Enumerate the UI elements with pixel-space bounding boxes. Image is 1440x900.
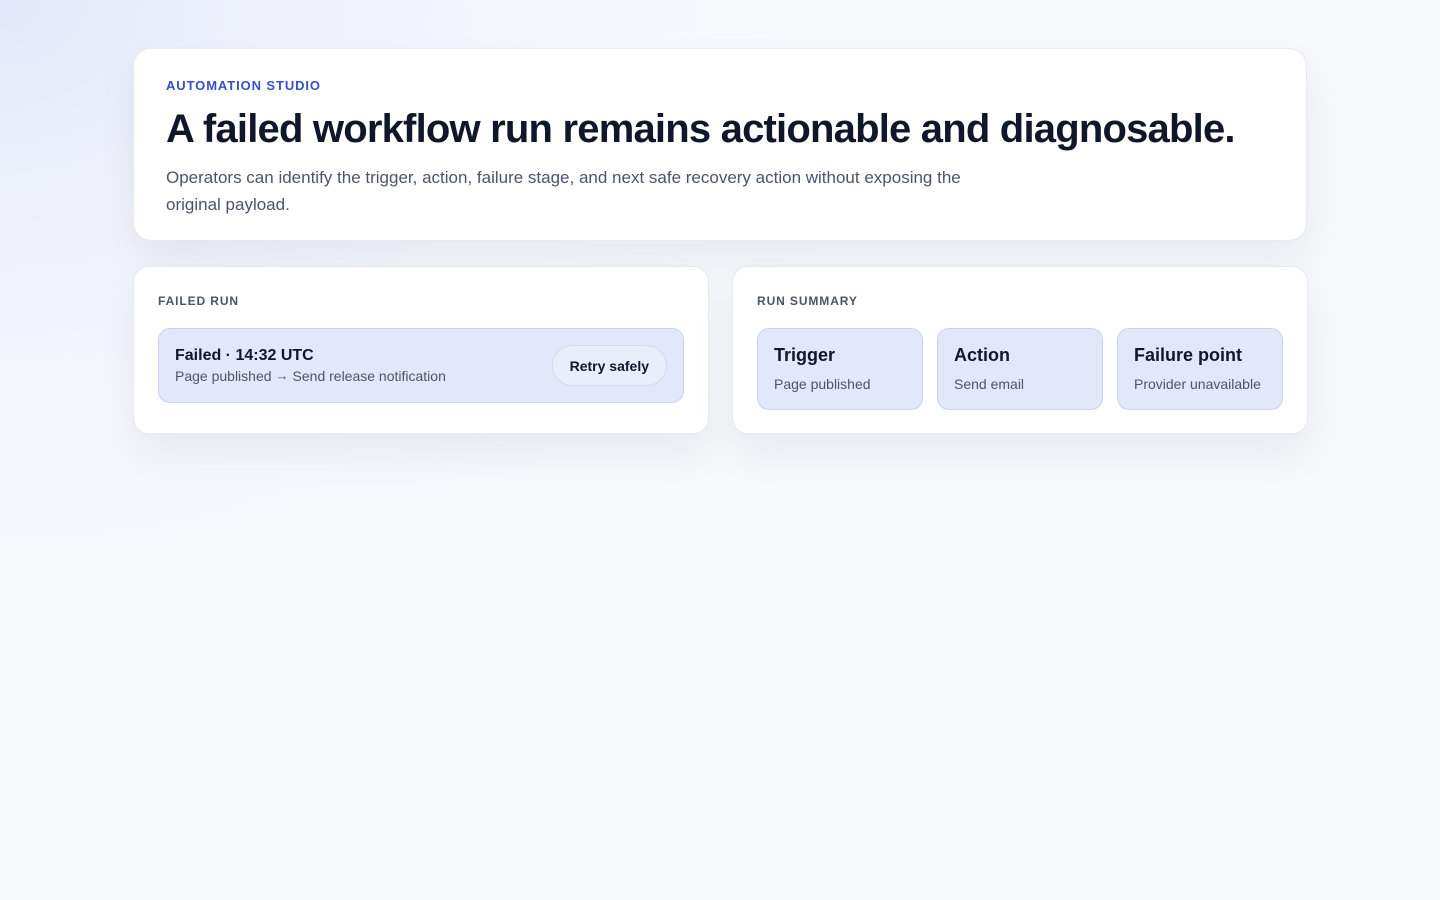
summary-card-action: Action Send email [937,328,1103,410]
summary-title: Failure point [1134,345,1242,365]
summary-title: Trigger [774,345,836,365]
retry-safely-button[interactable]: Retry safely [551,345,667,386]
app-eyebrow: AUTOMATION STUDIO [166,78,321,93]
arrow-right-icon: → [275,368,289,383]
failed-run-label: FAILED RUN [158,294,239,308]
summary-title: Action [954,345,1010,365]
page-title: A failed workflow run remains actionable… [166,107,1236,151]
run-trigger: Page published [175,368,272,384]
failed-run-card: Failed · 14:32 UTC Page published → Send… [158,328,684,403]
hero-card: AUTOMATION STUDIO A failed workflow run … [133,48,1307,241]
summary-value: Send email [954,376,1025,392]
failed-run-panel: FAILED RUN Failed · 14:32 UTC Page publi… [133,266,709,434]
run-summary-label: RUN SUMMARY [757,294,858,308]
summary-card-trigger: Trigger Page published [757,328,923,410]
page-description: Operators can identify the trigger, acti… [166,168,961,214]
summary-value: Page published [774,376,871,392]
summary-value: Provider unavailable [1134,376,1261,392]
summary-grid: Trigger Page published Action Send email… [757,328,1283,410]
run-info: Failed · 14:32 UTC Page published → Send… [175,346,446,385]
summary-card-failure-point: Failure point Provider unavailable [1117,328,1283,410]
run-flow: Page published → Send release notificati… [175,367,446,385]
run-status: Failed · 14:32 UTC [175,347,314,364]
run-summary-panel: RUN SUMMARY Trigger Page published Actio… [732,266,1308,434]
run-action: Send release notification [292,368,446,384]
